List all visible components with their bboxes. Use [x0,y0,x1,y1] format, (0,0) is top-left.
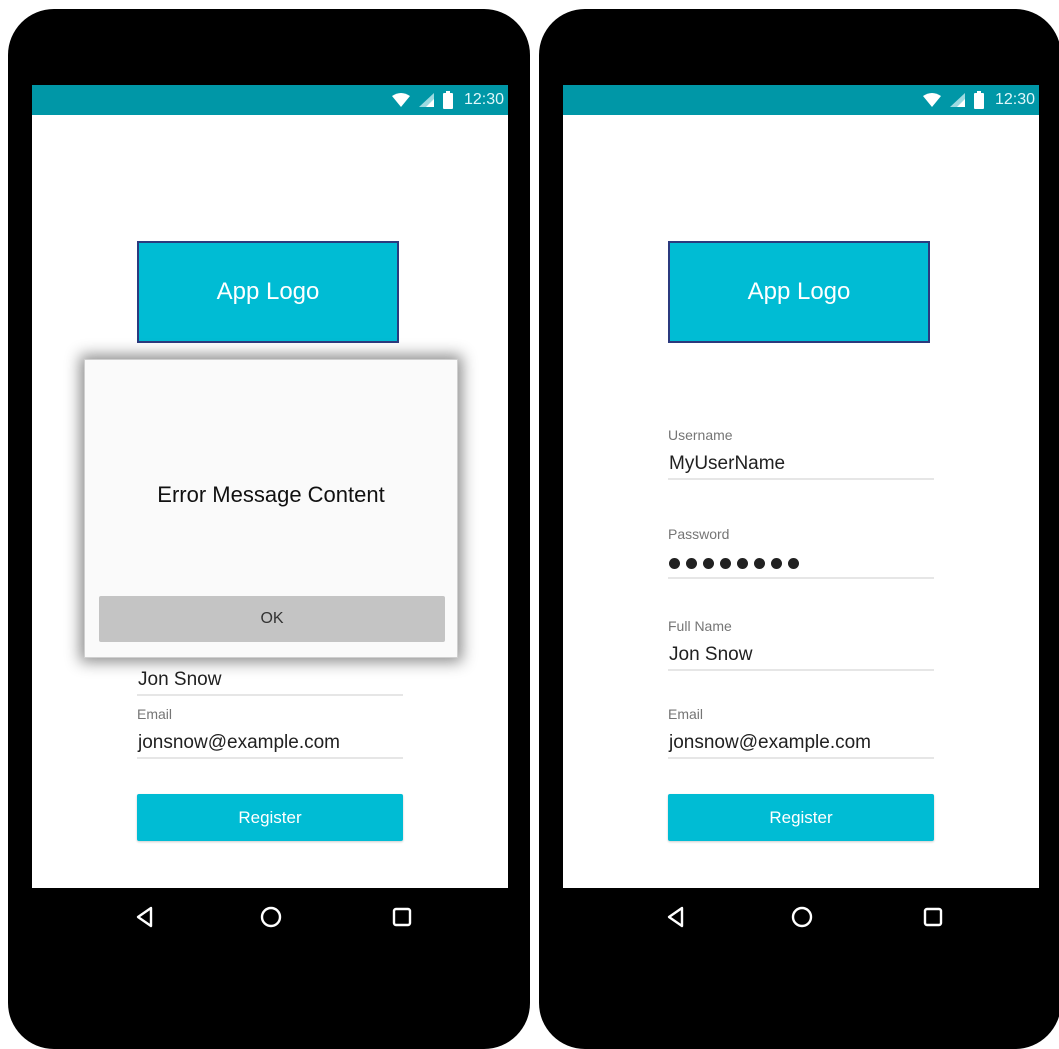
screen: 12:30 App Logo Username MyUserName Passw… [563,85,1039,888]
back-icon[interactable] [132,904,158,930]
full-name-label: Full Name [668,618,732,634]
password-dot [771,557,782,569]
email-label: Email [137,706,173,722]
full-name-input[interactable]: Jon Snow [668,641,934,671]
email-field[interactable]: Email jonsnow@example.com [137,705,403,759]
status-icons: 12:30 [922,85,1035,115]
wifi-icon [922,93,941,107]
recents-icon[interactable] [389,904,415,930]
signal-icon [418,93,434,107]
signal-icon [949,93,965,107]
status-bar: 12:30 [563,85,1039,115]
status-time: 12:30 [994,91,1035,108]
navigation-bar [539,888,1059,948]
email-input[interactable]: jonsnow@example.com [668,729,934,759]
register-button[interactable]: Register [137,794,403,841]
error-dialog: Error Message Content OK [84,359,458,658]
password-dot [703,557,714,569]
email-input[interactable]: jonsnow@example.com [137,729,403,759]
ok-button-label: OK [260,610,284,627]
wifi-icon [391,93,410,107]
status-icons: 12:30 [391,85,504,115]
email-label: Email [668,706,704,722]
screen: 12:30 App Logo Full Name Jon Snow Email … [32,85,508,888]
register-button-label: Register [769,807,833,827]
error-message: Error Message Content [157,482,385,507]
phone-with-form: 12:30 App Logo Username MyUserName Passw… [539,9,1059,1049]
battery-icon [442,91,453,109]
home-icon[interactable] [258,904,284,930]
full-name-input[interactable]: Jon Snow [137,666,403,696]
status-time: 12:30 [463,91,504,108]
password-dot [720,557,731,569]
app-logo-text: App Logo [216,278,320,305]
register-button[interactable]: Register [668,794,934,841]
app-logo-text: App Logo [747,278,851,305]
full-name-field[interactable]: Full Name Jon Snow [668,617,934,671]
password-mask [669,549,934,577]
recents-icon[interactable] [920,904,946,930]
password-field[interactable]: Password [668,525,934,579]
username-input[interactable]: MyUserName [668,450,934,480]
password-dot [686,557,697,569]
home-icon[interactable] [789,904,815,930]
password-dot [669,557,680,569]
username-field[interactable]: Username MyUserName [668,426,934,480]
password-dot [737,557,748,569]
phone-with-error-dialog: 12:30 App Logo Full Name Jon Snow Email … [8,9,530,1049]
back-icon[interactable] [663,904,689,930]
password-input[interactable] [668,549,934,579]
ok-button[interactable]: OK [99,596,445,642]
app-logo: App Logo [668,241,930,343]
app-logo: App Logo [137,241,399,343]
email-field[interactable]: Email jonsnow@example.com [668,705,934,759]
password-dot [788,557,799,569]
password-dot [754,557,765,569]
navigation-bar [8,888,530,948]
battery-icon [973,91,984,109]
status-bar: 12:30 [32,85,508,115]
register-button-label: Register [238,807,302,827]
username-label: Username [668,427,733,443]
password-label: Password [668,526,730,542]
